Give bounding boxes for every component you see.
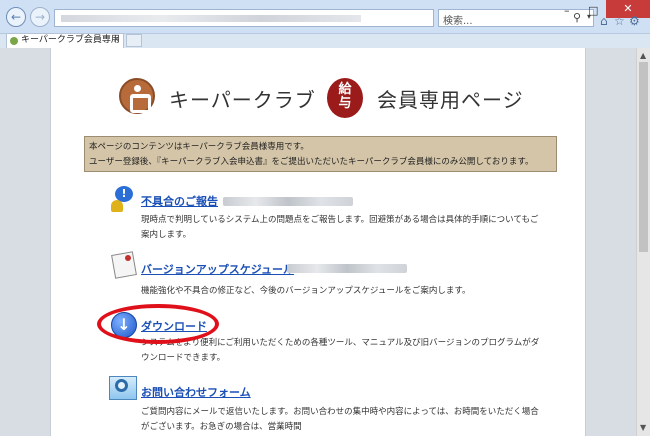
highlight-annotation xyxy=(97,304,219,344)
pin-icon xyxy=(125,255,131,261)
maximize-button[interactable]: □ xyxy=(588,4,598,20)
document-icon xyxy=(111,251,137,279)
scroll-up-icon[interactable]: ▲ xyxy=(640,51,646,60)
site-subtitle: 会員専用ページ xyxy=(377,88,524,112)
gear-icon[interactable]: ⚙ xyxy=(629,14,640,28)
person-icon xyxy=(111,200,123,212)
search-input[interactable]: 検索... ⚲ ▾ xyxy=(438,9,594,27)
magnifier-icon xyxy=(115,379,128,392)
bug-report-link[interactable]: 不具合のご報告 xyxy=(141,193,218,209)
inquiry-icon xyxy=(109,376,137,404)
contact-form-description: ご質問内容にメールで返信いたします。お問い合わせの集中時や内容によっては、お時間… xyxy=(141,407,539,432)
redacted-text xyxy=(287,264,407,273)
vertical-scrollbar[interactable]: ▲ ▼ xyxy=(636,48,650,436)
site-title: キーパークラブ xyxy=(169,88,316,112)
notice-line-2: ユーザー登録後、『キーパークラブ入会申込書』をご提出いただいたキーパークラブ会員… xyxy=(89,157,534,167)
close-window-button[interactable]: ✕ xyxy=(606,0,650,18)
minimize-button[interactable]: – xyxy=(564,4,570,20)
redacted-text xyxy=(223,197,353,206)
favorites-icon[interactable]: ☆ xyxy=(614,14,625,28)
address-url-redacted xyxy=(61,15,361,22)
address-bar[interactable] xyxy=(54,9,434,27)
page-viewport: キーパークラブ 給 与 会員専用ページ 本ページのコンテンツはキーパークラブ会員… xyxy=(0,48,636,436)
member-notice: 本ページのコンテンツはキーパークラブ会員様専用です。 ユーザー登録後、『キーパー… xyxy=(84,136,557,172)
back-button[interactable]: ← xyxy=(6,7,26,27)
keeper-club-logo-icon xyxy=(119,78,155,114)
bug-report-description: 現時点で判明しているシステム上の問題点をご報告します。回避策がある場合は具体的手… xyxy=(141,215,539,240)
new-tab-button[interactable] xyxy=(126,34,142,47)
search-icon[interactable]: ⚲ xyxy=(573,11,581,24)
version-schedule-description: 機能強化や不具合の修正など、今後のバージョンアップスケジュールをご案内します。 xyxy=(141,286,471,296)
forward-button[interactable]: → xyxy=(30,7,50,27)
salary-badge: 給 与 xyxy=(327,78,363,118)
scroll-down-icon[interactable]: ▼ xyxy=(640,423,646,432)
search-placeholder: 検索... xyxy=(443,16,473,27)
page-content: キーパークラブ 給 与 会員専用ページ 本ページのコンテンツはキーパークラブ会員… xyxy=(50,48,586,436)
close-tab-icon[interactable]: × xyxy=(112,34,120,47)
version-schedule-link[interactable]: バージョンアップスケジュール xyxy=(141,261,294,277)
schedule-icon xyxy=(109,251,137,279)
bug-report-icon: ! xyxy=(109,186,137,214)
notice-line-1: 本ページのコンテンツはキーパークラブ会員様専用です。 xyxy=(89,142,309,152)
download-description: システムをより便利にご利用いただくための各種ツール、マニュアル及び旧バージョンの… xyxy=(141,338,540,363)
home-icon[interactable]: ⌂ xyxy=(600,14,608,28)
tab-keeper-club[interactable]: キーパークラブ会員専用ページ × xyxy=(6,33,124,58)
favicon-icon xyxy=(10,37,18,45)
contact-form-link[interactable]: お問い合わせフォーム xyxy=(141,384,251,400)
scrollbar-thumb[interactable] xyxy=(639,62,648,252)
